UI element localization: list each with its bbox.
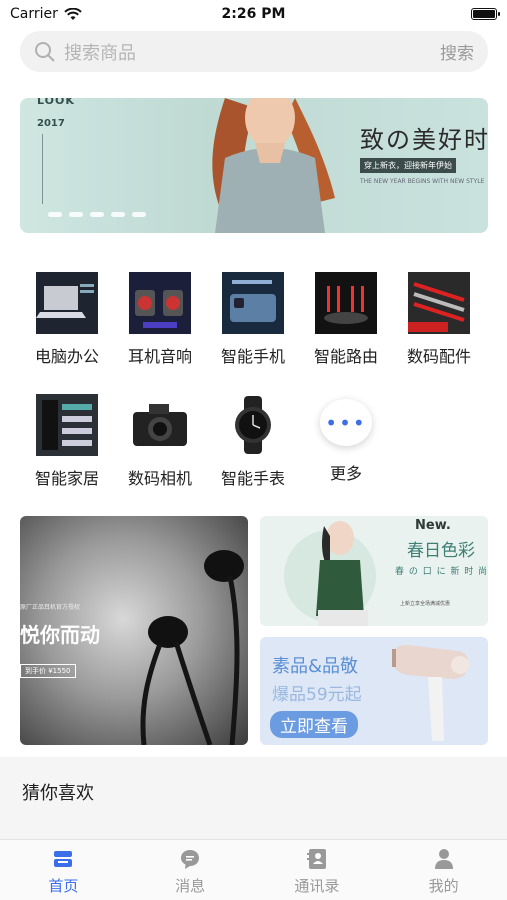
user-icon bbox=[434, 849, 453, 869]
contacts-icon bbox=[306, 849, 326, 869]
banner-caption: THE NEW YEAR BEGINS WITH NEW STYLE bbox=[360, 178, 485, 185]
phone-icon bbox=[222, 272, 284, 334]
category-label: 数码配件 bbox=[406, 347, 471, 366]
view-now-button[interactable]: 立即查看 bbox=[270, 711, 358, 738]
banner-year-text: 2017 bbox=[37, 118, 65, 129]
more-icon: ••• bbox=[320, 399, 372, 446]
carousel-indicator[interactable] bbox=[48, 212, 146, 217]
carousel-dot[interactable] bbox=[69, 212, 83, 217]
promo-spring-caption: 上新立享全场满减优惠 bbox=[400, 601, 451, 607]
tab-label: 通讯录 bbox=[294, 877, 340, 895]
promo-spring-new: New. bbox=[415, 518, 451, 533]
earphones-image bbox=[140, 550, 244, 745]
promo-spring-subtitle: 春 の 口 に 新 时 尚 bbox=[395, 567, 488, 577]
category-router[interactable]: 智能路由 bbox=[299, 262, 393, 366]
promo-spring[interactable]: New. 春日色彩 春 の 口 に 新 时 尚 上新立享全场满减优惠 bbox=[260, 516, 488, 626]
tab-label: 消息 bbox=[175, 877, 206, 895]
promo-hairdryer[interactable]: 素品&品敬 爆品59元起 立即查看 bbox=[260, 637, 488, 745]
wifi-icon bbox=[64, 7, 82, 20]
battery-icon bbox=[471, 8, 500, 20]
tab-label: 我的 bbox=[428, 877, 459, 895]
carousel-dot[interactable] bbox=[90, 212, 104, 217]
carousel-dot[interactable] bbox=[48, 212, 62, 217]
search-input[interactable]: 搜索商品 bbox=[64, 39, 440, 65]
carousel-dot[interactable] bbox=[132, 212, 146, 217]
category-camera[interactable]: 数码相机 bbox=[113, 384, 207, 488]
category-label: 更多 bbox=[329, 464, 362, 483]
carrier-label: Carrier bbox=[10, 6, 58, 22]
tab-home[interactable]: 首页 bbox=[0, 840, 127, 900]
promo-earphones[interactable]: 原厂正品耳机官方授权 悦你而动 到手价 ¥1550 bbox=[20, 516, 248, 745]
smart-home-icon bbox=[36, 394, 98, 456]
router-icon bbox=[315, 272, 377, 334]
promo-earphones-tag: 原厂正品耳机官方授权 bbox=[20, 604, 81, 611]
promo-hairdryer-subtitle: 爆品59元起 bbox=[272, 685, 362, 705]
promo-earphones-title: 悦你而动 bbox=[20, 623, 100, 647]
banner-carousel[interactable]: LOOK 2017 致の美好时 穿上新衣，迎接新年伊始 THE NEW YEAR… bbox=[20, 98, 488, 233]
search-button[interactable]: 搜索 bbox=[440, 39, 474, 64]
category-label: 电脑办公 bbox=[34, 347, 99, 366]
tab-bar: 首页 消息 通讯录 我的 bbox=[0, 839, 507, 900]
cable-icon bbox=[408, 272, 470, 334]
category-label: 智能路由 bbox=[313, 347, 378, 366]
hairdryer-image bbox=[392, 645, 469, 741]
category-label: 智能手机 bbox=[220, 347, 285, 366]
promo-hairdryer-title: 素品&品敬 bbox=[272, 656, 359, 677]
tab-messages[interactable]: 消息 bbox=[127, 840, 254, 900]
banner-headline: 致の美好时 bbox=[360, 126, 488, 154]
tab-contacts[interactable]: 通讯录 bbox=[254, 840, 381, 900]
laptop-icon bbox=[36, 272, 98, 334]
category-label: 智能家居 bbox=[34, 469, 99, 488]
category-audio[interactable]: 耳机音响 bbox=[113, 262, 207, 366]
speaker-icon bbox=[129, 272, 191, 334]
chat-icon bbox=[181, 850, 200, 869]
category-label: 耳机音响 bbox=[127, 347, 192, 366]
home-icon bbox=[54, 851, 73, 867]
category-label: 数码相机 bbox=[127, 469, 192, 488]
promo-earphones-price: 到手价 ¥1550 bbox=[20, 664, 76, 678]
watch-icon bbox=[222, 394, 284, 456]
spring-model-image bbox=[284, 521, 376, 626]
status-bar: Carrier 2:26 PM bbox=[0, 0, 507, 28]
category-label: 智能手表 bbox=[220, 469, 285, 488]
banner-look-text: LOOK bbox=[37, 98, 75, 107]
banner-divider bbox=[42, 134, 43, 204]
promo-spring-title: 春日色彩 bbox=[407, 541, 475, 561]
banner-subtitle: 穿上新衣，迎接新年伊始 bbox=[360, 158, 456, 173]
tab-profile[interactable]: 我的 bbox=[380, 840, 507, 900]
carousel-dot[interactable] bbox=[111, 212, 125, 217]
category-phone[interactable]: 智能手机 bbox=[206, 262, 300, 366]
category-more[interactable]: ••• 更多 bbox=[299, 384, 393, 484]
guess-you-like-title: 猜你喜欢 bbox=[22, 783, 94, 804]
category-smart-home[interactable]: 智能家居 bbox=[20, 384, 114, 488]
category-computer[interactable]: 电脑办公 bbox=[20, 262, 114, 366]
tab-label: 首页 bbox=[48, 877, 79, 895]
camera-icon bbox=[129, 394, 191, 456]
guess-you-like-section: 猜你喜欢 bbox=[0, 757, 507, 839]
search-bar[interactable]: 搜索商品 搜索 bbox=[20, 31, 488, 72]
category-accessories[interactable]: 数码配件 bbox=[392, 262, 486, 366]
search-icon bbox=[35, 41, 55, 62]
banner-model-image bbox=[212, 98, 335, 233]
category-watch[interactable]: 智能手表 bbox=[206, 384, 300, 488]
